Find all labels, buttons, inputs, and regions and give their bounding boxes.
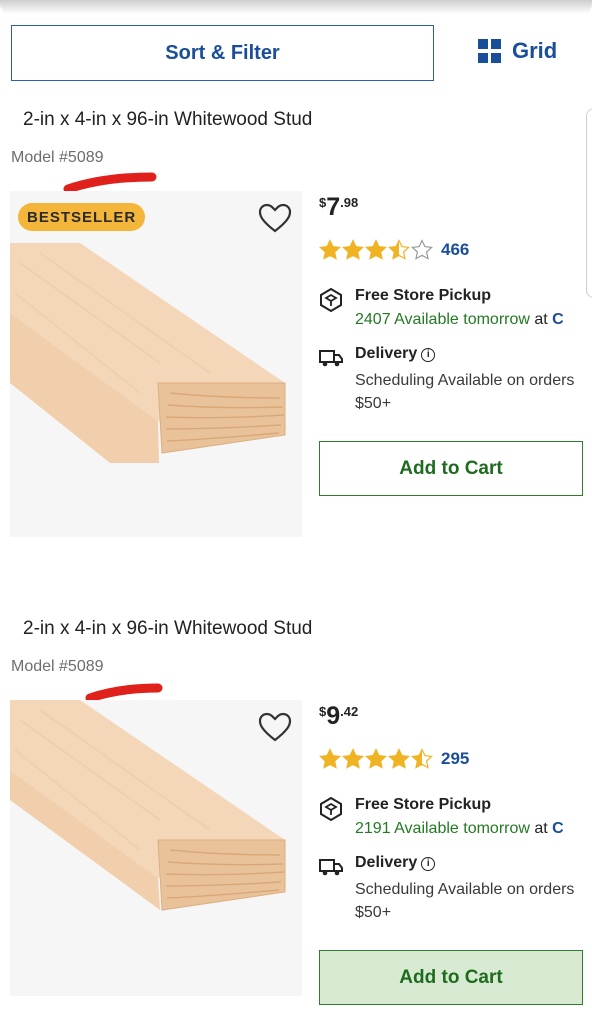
side-panel-edge — [586, 108, 592, 298]
star-full-icon — [365, 239, 387, 260]
star-rating[interactable]: 466 — [319, 239, 469, 261]
model-number: Model #5089 — [11, 658, 104, 675]
pickup-availability[interactable]: 2191 Available tomorrow at C — [355, 820, 564, 838]
heart-icon[interactable] — [258, 712, 292, 744]
rating-stars — [319, 239, 433, 261]
grid-view-label: Grid — [512, 38, 558, 63]
product-price: $9.42 — [319, 702, 359, 730]
grid-view-button[interactable]: Grid — [478, 38, 557, 64]
delivery-truck-icon — [319, 859, 343, 876]
sort-filter-button[interactable]: Sort & Filter — [11, 25, 434, 81]
review-count[interactable]: 466 — [441, 240, 469, 260]
pickup-availability[interactable]: 2407 Available tomorrow at C — [355, 311, 564, 329]
add-to-cart-button[interactable]: Add to Cart — [319, 441, 583, 496]
store-pickup-icon — [320, 797, 342, 821]
review-count[interactable]: 295 — [441, 749, 469, 769]
delivery-title: Delivery i — [355, 345, 436, 363]
star-rating[interactable]: 295 — [319, 748, 469, 770]
heart-icon[interactable] — [258, 203, 292, 235]
pickup-title: Free Store Pickup — [355, 796, 492, 813]
delivery-title: Delivery i — [355, 854, 436, 872]
star-full-icon — [319, 748, 341, 769]
product-title[interactable]: 2-in x 4-in x 96-in Whitewood Stud — [23, 618, 312, 640]
top-app-bar-shadow — [0, 0, 592, 14]
rating-stars — [319, 748, 433, 770]
info-icon[interactable]: i — [421, 348, 436, 362]
store-pickup-icon — [320, 288, 342, 312]
info-icon[interactable]: i — [421, 857, 436, 871]
delivery-note: Scheduling Available on orders $50+ — [355, 881, 575, 921]
star-full-icon — [388, 748, 410, 769]
star-half-icon — [411, 748, 433, 769]
pickup-title: Free Store Pickup — [355, 287, 492, 304]
product-image[interactable] — [10, 700, 302, 996]
star-full-icon — [319, 239, 341, 260]
grid-icon — [478, 39, 502, 63]
bestseller-badge: BESTSELLER — [18, 203, 146, 231]
star-full-icon — [365, 748, 387, 769]
model-number: Model #5089 — [11, 149, 104, 166]
delivery-note: Scheduling Available on orders $50+ — [355, 372, 575, 412]
product-image[interactable]: BESTSELLER — [10, 191, 302, 537]
star-empty-icon — [411, 239, 433, 260]
star-full-icon — [342, 748, 364, 769]
star-half-icon — [388, 239, 410, 260]
star-full-icon — [342, 239, 364, 260]
add-to-cart-button[interactable]: Add to Cart — [319, 950, 583, 1005]
lumber-image — [10, 243, 286, 463]
product-price: $7.98 — [319, 193, 359, 221]
delivery-truck-icon — [319, 350, 343, 367]
product-title[interactable]: 2-in x 4-in x 96-in Whitewood Stud — [23, 109, 312, 131]
